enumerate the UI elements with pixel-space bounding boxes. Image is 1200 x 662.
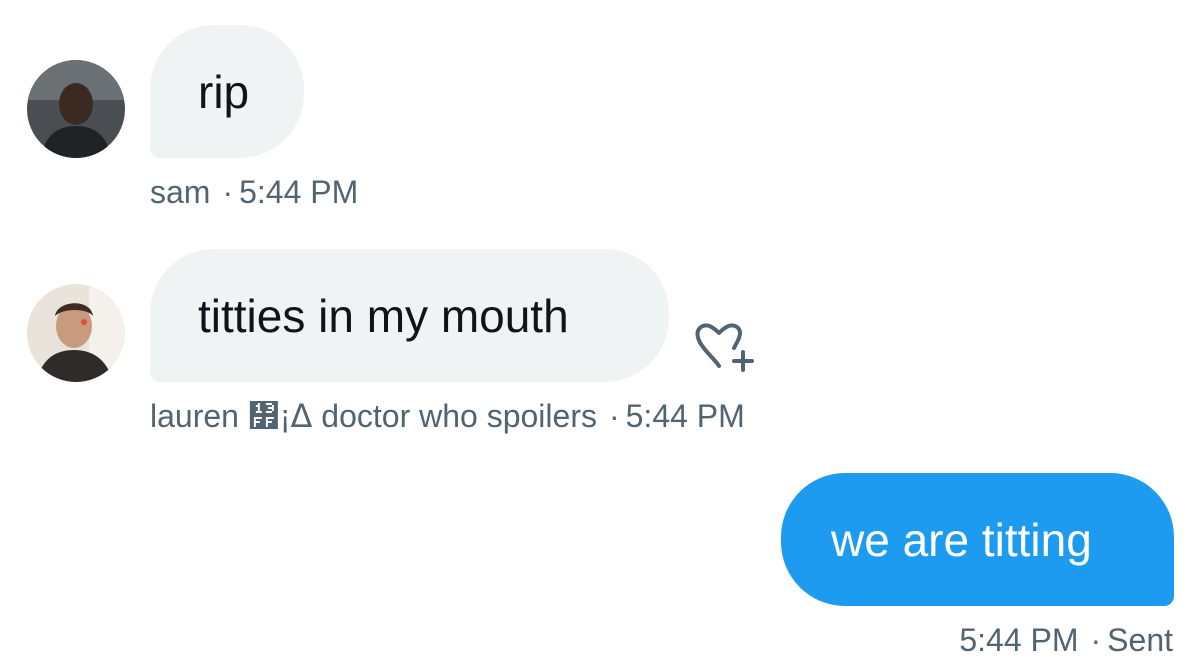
avatar-image <box>27 284 125 382</box>
message-bubble-outgoing[interactable]: we are titting <box>781 473 1174 606</box>
sender-avatar-sam[interactable] <box>27 60 125 158</box>
sender-name[interactable]: lauren ᏿¡ᐃ doctor who spoilers <box>150 398 597 434</box>
message-meta: 5:44 PM · Sent <box>959 624 1173 656</box>
message-bubble[interactable]: rip <box>150 25 304 158</box>
message-text: titties in my mouth <box>198 289 569 342</box>
message-text: rip <box>198 65 250 118</box>
message-meta: lauren ᏿¡ᐃ doctor who spoilers · 5:44 PM <box>150 400 745 432</box>
message-time: 5:44 PM <box>625 398 745 434</box>
avatar-image <box>27 60 125 158</box>
message-meta: sam · 5:44 PM <box>150 176 358 208</box>
message-time: 5:44 PM <box>959 622 1079 658</box>
sender-avatar-lauren[interactable] <box>27 284 125 382</box>
sender-name[interactable]: sam <box>150 174 210 210</box>
heart-plus-icon[interactable] <box>694 322 760 372</box>
message-time: 5:44 PM <box>239 174 359 210</box>
message-bubble[interactable]: titties in my mouth <box>150 249 669 382</box>
separator-dot: · <box>222 174 234 210</box>
separator-dot: · <box>1090 622 1102 658</box>
message-status: Sent <box>1107 622 1173 658</box>
separator-dot: · <box>608 398 620 434</box>
message-text: we are titting <box>831 513 1092 566</box>
